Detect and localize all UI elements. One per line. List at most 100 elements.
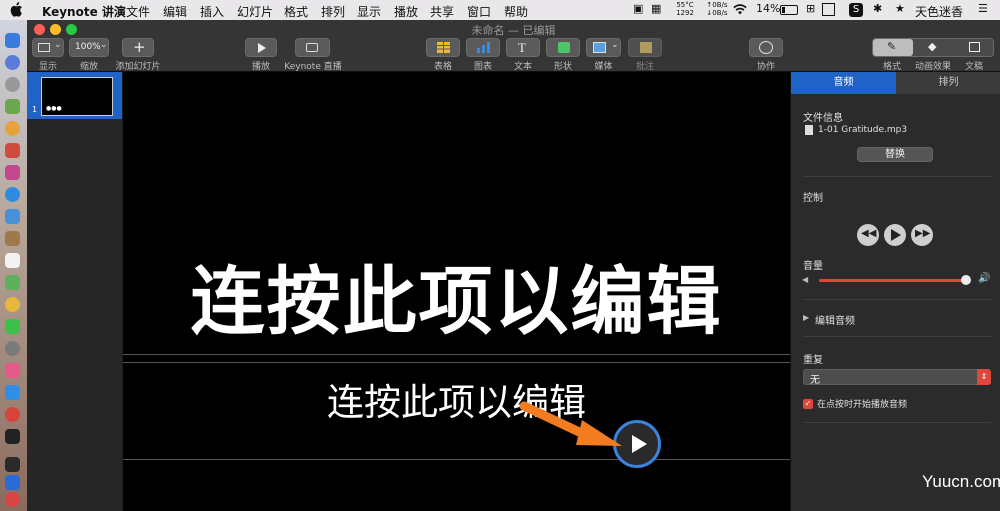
chart-button[interactable]: [466, 38, 500, 57]
screen-mirror-icon[interactable]: [822, 3, 835, 16]
sidebar-icon: [38, 43, 50, 52]
tab-audio[interactable]: 音频: [791, 72, 896, 94]
menu-format[interactable]: 格式: [284, 3, 308, 20]
document-button[interactable]: [955, 39, 995, 56]
yandex-icon[interactable]: [5, 492, 20, 507]
inspector-play-button[interactable]: [884, 224, 906, 246]
siri-icon[interactable]: [5, 55, 20, 70]
plus-icon: +: [133, 38, 146, 56]
app-pink-icon[interactable]: [5, 165, 20, 180]
menu-file[interactable]: 文件: [126, 3, 150, 20]
replace-button[interactable]: 替换: [857, 147, 933, 162]
chrome-icon[interactable]: [5, 121, 20, 136]
messages-icon[interactable]: [5, 319, 20, 334]
menu-help[interactable]: 帮助: [504, 3, 528, 20]
app-brown-icon[interactable]: [5, 231, 20, 246]
rewind-icon: ◀◀: [861, 228, 877, 239]
volume-knob[interactable]: [961, 275, 972, 285]
favorites-icon[interactable]: ★: [895, 2, 905, 15]
sogou-icon[interactable]: S: [849, 3, 863, 17]
battery-icon[interactable]: [780, 5, 798, 15]
input-method-icon[interactable]: ⊞: [806, 2, 815, 15]
android-icon[interactable]: [5, 99, 20, 114]
text-label: 文本: [513, 62, 532, 72]
collaborate-button[interactable]: [749, 38, 783, 57]
slide-thumbnail-1[interactable]: ●●● 1: [27, 72, 122, 119]
document-icon: [969, 42, 980, 52]
format-button[interactable]: ✎: [873, 39, 913, 56]
battery-percent[interactable]: 14%: [756, 2, 780, 15]
apple-menu-icon[interactable]: [10, 2, 24, 17]
menu-window[interactable]: 窗口: [467, 3, 491, 20]
activity-monitor-icon[interactable]: [5, 457, 20, 472]
menu-edit[interactable]: 编辑: [163, 3, 187, 20]
alignment-guide: [123, 354, 790, 355]
network-readout[interactable]: ↑0B/s ↓0B/s: [704, 1, 730, 17]
keynote-live-button[interactable]: [295, 38, 330, 57]
user-name[interactable]: 天色迷香: [915, 3, 963, 20]
zoom-select[interactable]: 100% ⌄: [69, 38, 109, 57]
mail-icon[interactable]: ▣: [633, 2, 643, 15]
menu-insert[interactable]: 插入: [200, 3, 224, 20]
terminal-icon[interactable]: [5, 429, 20, 444]
shape-button[interactable]: [546, 38, 580, 57]
paintbrush-icon: ✎: [887, 40, 897, 53]
menu-app-name[interactable]: Keynote 讲演: [42, 3, 126, 20]
maps-icon[interactable]: [5, 275, 20, 290]
slide-canvas[interactable]: 连按此项以编辑 连按此项以编辑: [123, 72, 790, 511]
settings-icon[interactable]: [5, 341, 20, 356]
vpn-icon[interactable]: [5, 475, 20, 490]
toolbar: 未命名 — 已编辑 ⌄ 显示 100% ⌄ 缩放 + 添加幻灯片 播放 Keyn…: [27, 20, 1000, 72]
file-icon: [805, 125, 813, 135]
animate-button[interactable]: ◆: [914, 39, 954, 56]
start-on-click-checkbox[interactable]: ✓: [803, 399, 813, 409]
repeat-select[interactable]: 无 ⇕: [803, 369, 991, 386]
fast-forward-button[interactable]: ▶▶: [911, 224, 933, 246]
app-store-icon[interactable]: [5, 385, 20, 400]
volume-slider[interactable]: [819, 275, 972, 285]
play-button[interactable]: [245, 38, 277, 57]
app-blue-icon[interactable]: [5, 209, 20, 224]
alignment-guide: [123, 362, 790, 363]
menu-list-icon[interactable]: ☰: [978, 2, 988, 15]
divider: [803, 299, 991, 300]
volume-fill: [819, 279, 967, 282]
app-red-icon[interactable]: [5, 143, 20, 158]
calendar-icon[interactable]: ▦: [651, 2, 661, 15]
add-slide-label: 添加幻灯片: [115, 62, 161, 72]
edit-audio-toggle[interactable]: 编辑音频: [815, 312, 855, 327]
table-button[interactable]: [426, 38, 460, 57]
wifi-icon[interactable]: [733, 4, 747, 15]
menu-play[interactable]: 播放: [394, 3, 418, 20]
media-label: 媒体: [594, 62, 613, 72]
finder-icon[interactable]: [5, 33, 20, 48]
file-info-heading: 文件信息: [803, 113, 843, 124]
slide-title-text[interactable]: 连按此项以编辑: [123, 242, 790, 349]
calendar-app-icon[interactable]: [5, 253, 20, 268]
disclosure-triangle-icon[interactable]: ▶: [803, 313, 809, 322]
slide-thumbnail-image: ●●●: [41, 77, 113, 116]
tab-arrange[interactable]: 排列: [896, 72, 1000, 94]
text-button[interactable]: T: [506, 38, 540, 57]
annotation-arrow: [519, 401, 622, 446]
vivaldi-icon[interactable]: [5, 407, 20, 422]
safari-icon[interactable]: [5, 187, 20, 202]
photos-icon[interactable]: [5, 297, 20, 312]
menu-view[interactable]: 显示: [357, 3, 381, 20]
add-slide-button[interactable]: +: [122, 38, 154, 57]
menu-arrange[interactable]: 排列: [321, 3, 345, 20]
comment-button[interactable]: [628, 38, 662, 57]
media-button[interactable]: ⌄: [586, 38, 621, 57]
menu-share[interactable]: 共享: [430, 3, 454, 20]
slide-subtitle-text[interactable]: 连按此项以编辑: [123, 372, 790, 426]
menu-slide[interactable]: 幻灯片: [237, 3, 273, 20]
rewind-button[interactable]: ◀◀: [857, 224, 879, 246]
launchpad-icon[interactable]: [5, 77, 20, 92]
bluetooth-icon[interactable]: ✱: [873, 2, 882, 15]
music-icon[interactable]: [5, 363, 20, 378]
zoom-value: 100%: [75, 42, 101, 52]
text-icon: T: [518, 40, 526, 55]
thumbnail-dots: ●●●: [46, 105, 62, 112]
view-button[interactable]: ⌄: [32, 38, 64, 57]
temperature-readout[interactable]: 55°C 1292: [672, 1, 698, 17]
